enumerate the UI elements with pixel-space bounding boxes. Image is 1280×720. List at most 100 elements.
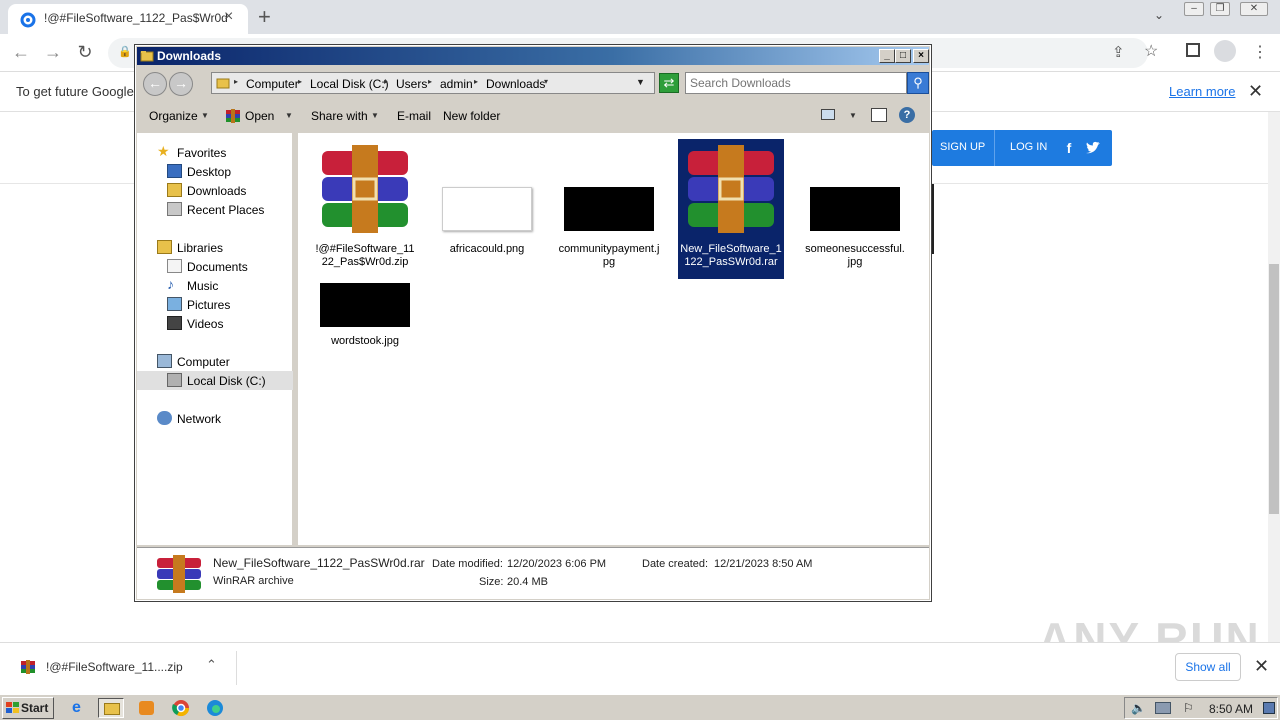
show-desktop-icon[interactable] <box>1263 702 1275 714</box>
nav-videos[interactable]: Videos <box>137 314 293 333</box>
info-bar-close-icon[interactable]: ✕ <box>1248 81 1263 102</box>
email-button[interactable]: E-mail <box>397 109 431 123</box>
breadcrumb-arrow-icon[interactable]: ▾ <box>544 77 548 86</box>
desktop-icon <box>167 164 182 178</box>
media-player-taskbar-icon[interactable] <box>134 698 160 718</box>
show-all-button[interactable]: Show all <box>1175 653 1241 681</box>
sign-up-link[interactable]: SIGN UP <box>940 141 985 153</box>
facebook-icon[interactable]: f <box>1060 139 1078 157</box>
share-icon[interactable]: ⇪ <box>1112 43 1125 61</box>
learn-more-link[interactable]: Learn more <box>1169 84 1235 99</box>
downloads-folder-icon <box>167 183 182 197</box>
breadcrumb-arrow-icon[interactable]: ▸ <box>384 77 388 86</box>
explorer-address-row: ← → ▸ Computer ▸ Local Disk (C:) ▸ Users… <box>137 67 929 99</box>
tab-close-icon[interactable]: × <box>224 8 233 26</box>
nav-computer[interactable]: Computer <box>137 352 293 371</box>
view-options-icon[interactable] <box>821 109 835 120</box>
close-window-icon[interactable]: ✕ <box>1240 2 1268 16</box>
breadcrumb-local-disk[interactable]: Local Disk (C:) <box>310 77 389 91</box>
explorer-close-button[interactable]: × <box>913 49 929 63</box>
organize-button[interactable]: Organize <box>149 109 198 123</box>
page-scrollbar[interactable] <box>1268 112 1280 642</box>
nav-desktop[interactable]: Desktop <box>137 162 293 181</box>
open-dropdown-icon[interactable]: ▼ <box>285 111 293 120</box>
explorer-taskbar-icon[interactable] <box>98 698 124 718</box>
share-with-button[interactable]: Share with <box>311 109 368 123</box>
nav-local-disk[interactable]: Local Disk (C:) <box>137 371 293 390</box>
restore-icon[interactable]: ❐ <box>1210 2 1230 16</box>
shelf-close-icon[interactable]: ✕ <box>1254 656 1269 677</box>
search-icon[interactable]: ⚲ <box>907 72 929 94</box>
breadcrumb-downloads[interactable]: Downloads <box>486 77 545 91</box>
profile-avatar-icon[interactable] <box>1214 40 1236 62</box>
edge-taskbar-icon[interactable] <box>202 698 228 718</box>
nav-recent-places[interactable]: Recent Places <box>137 200 293 219</box>
chevron-up-icon[interactable]: ⌃ <box>206 657 217 673</box>
new-folder-button[interactable]: New folder <box>443 109 500 123</box>
breadcrumb-arrow-icon[interactable]: ▸ <box>474 77 478 86</box>
open-button[interactable]: Open <box>245 109 274 123</box>
reload-icon[interactable]: ↻ <box>72 40 98 66</box>
computer-icon <box>157 354 172 368</box>
nav-libraries[interactable]: Libraries <box>137 238 293 257</box>
file-item[interactable]: communitypayment.jpg <box>556 139 662 269</box>
nav-favorites[interactable]: ★ Favorites <box>137 143 293 162</box>
file-item[interactable]: !@#FileSoftware_1122_Pas$Wr0d.zip <box>312 139 418 269</box>
bookmark-star-icon[interactable]: ☆ <box>1144 41 1158 61</box>
explorer-search-box[interactable] <box>685 72 907 94</box>
side-panel-icon[interactable] <box>1186 43 1200 57</box>
address-dropdown-icon[interactable]: ▼ <box>636 77 645 87</box>
file-item[interactable]: wordstook.jpg <box>312 279 418 399</box>
log-in-link[interactable]: LOG IN <box>1010 141 1047 153</box>
minimize-icon[interactable]: – <box>1184 2 1204 16</box>
clock[interactable]: 8:50 AM <box>1209 702 1253 716</box>
chrome-taskbar-icon[interactable] <box>168 698 194 718</box>
network-tray-icon[interactable] <box>1155 702 1171 714</box>
chrome-menu-icon[interactable]: ⋮ <box>1252 42 1268 62</box>
file-item[interactable]: someonesuccessful.jpg <box>802 139 908 269</box>
twitter-icon[interactable] <box>1084 139 1102 157</box>
forward-icon[interactable]: → <box>40 40 66 66</box>
breadcrumb-arrow-icon[interactable]: ▸ <box>428 77 432 86</box>
explorer-maximize-button[interactable]: □ <box>895 49 911 63</box>
volume-icon[interactable]: 🔈 <box>1131 701 1146 715</box>
file-item-selected[interactable]: New_FileSoftware_1122_PasSWr0d.rar <box>678 139 784 279</box>
file-item[interactable]: africacould.png <box>434 139 540 269</box>
network-icon <box>157 411 172 425</box>
nav-downloads[interactable]: Downloads <box>137 181 293 200</box>
search-input[interactable] <box>690 75 880 91</box>
nav-music[interactable]: ♪ Music <box>137 276 293 295</box>
action-center-flag-icon[interactable]: ⚐ <box>1183 701 1194 715</box>
start-button[interactable]: Start <box>2 697 54 719</box>
organize-dropdown-icon[interactable]: ▼ <box>201 111 209 120</box>
back-icon[interactable]: ← <box>8 40 34 66</box>
scrollbar-thumb[interactable] <box>1269 264 1279 514</box>
browser-tab[interactable]: !@#FileSoftware_1122_Pas$Wr0d × <box>8 4 248 34</box>
nav-pictures[interactable]: Pictures <box>137 295 293 314</box>
explorer-forward-button[interactable]: → <box>169 72 193 96</box>
download-item-name[interactable]: !@#FileSoftware_11....zip <box>46 660 183 674</box>
explorer-minimize-button[interactable]: _ <box>879 49 895 63</box>
breadcrumb-arrow-icon[interactable]: ▸ <box>298 77 302 86</box>
preview-pane-icon[interactable] <box>871 108 887 122</box>
tab-search-chevron-icon[interactable]: ⌄ <box>1154 8 1164 22</box>
view-dropdown-icon[interactable]: ▼ <box>849 111 857 120</box>
page-divider <box>932 184 934 254</box>
explorer-back-button[interactable]: ← <box>143 72 167 96</box>
help-icon[interactable]: ? <box>899 107 915 123</box>
refresh-icon[interactable]: ⇄ <box>659 73 679 93</box>
new-tab-icon[interactable]: + <box>258 4 271 30</box>
explorer-breadcrumb[interactable]: ▸ Computer ▸ Local Disk (C:) ▸ Users ▸ a… <box>211 72 655 94</box>
details-pane: New_FileSoftware_1122_PasSWr0d.rar WinRA… <box>137 547 929 599</box>
ie-taskbar-icon[interactable]: e <box>68 698 94 718</box>
explorer-title-bar[interactable]: Downloads _ □ × <box>137 47 929 65</box>
nav-network[interactable]: Network <box>137 409 293 428</box>
nav-label: Music <box>187 279 219 293</box>
breadcrumb-arrow-icon[interactable]: ▸ <box>234 77 238 86</box>
share-dropdown-icon[interactable]: ▼ <box>371 111 379 120</box>
breadcrumb-users[interactable]: Users <box>396 77 427 91</box>
breadcrumb-computer[interactable]: Computer <box>246 77 299 91</box>
nav-documents[interactable]: Documents <box>137 257 293 276</box>
winrar-icon <box>226 109 240 123</box>
breadcrumb-admin[interactable]: admin <box>440 77 473 91</box>
